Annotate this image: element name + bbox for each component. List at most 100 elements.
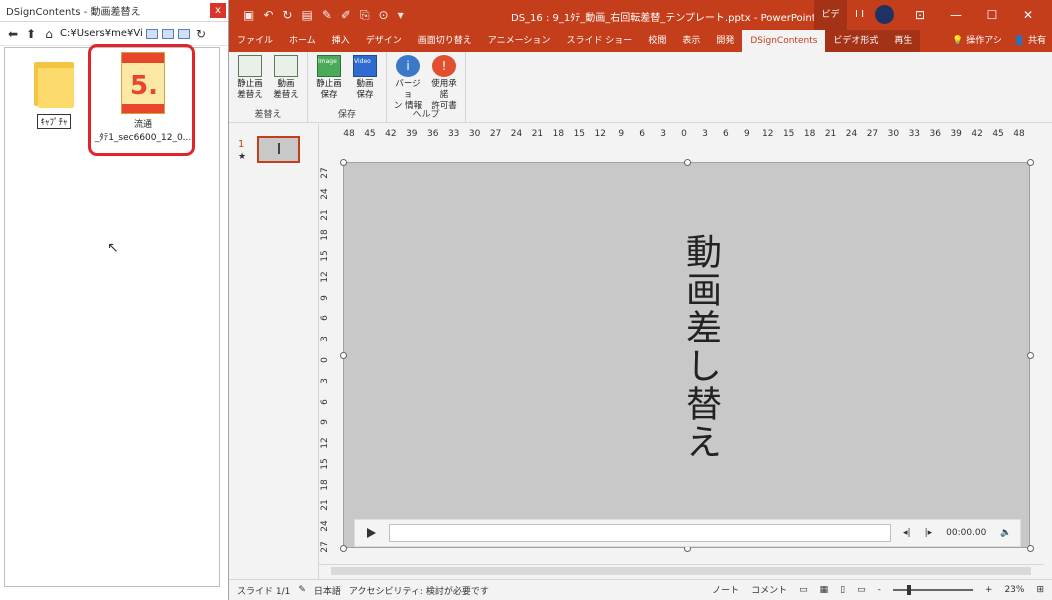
horizontal-scrollbar[interactable] (319, 564, 1044, 576)
ruler-tick: 27 (320, 541, 330, 553)
pen-icon[interactable]: ✐ (341, 8, 351, 22)
version-info-button[interactable]: i バージョ ン 情報 (392, 55, 424, 112)
horizontal-ruler: 48 45 42 39 36 33 30 27 24 21 18 15 12 9 6 3 0 3 6 9 12 15 18 2… (341, 128, 1027, 142)
tab-video-format[interactable]: ビデオ形式 (825, 30, 887, 52)
maximize-button[interactable]: ☐ (974, 0, 1010, 30)
tab-view[interactable]: 表示 (674, 30, 708, 52)
screenshot-icon[interactable]: ⎘ (360, 8, 370, 23)
tab-developer[interactable]: 開発 (708, 30, 742, 52)
fit-slide-icon[interactable]: ⊞ (1036, 585, 1044, 595)
resize-handle[interactable] (684, 159, 691, 166)
video-timeline[interactable] (389, 524, 891, 542)
refresh-icon[interactable]: ↻ (194, 27, 208, 41)
ruler-tick: 3 (702, 129, 708, 139)
scroll-thumb[interactable] (331, 567, 1031, 575)
resize-handle[interactable] (1027, 159, 1034, 166)
slide-thumbnail-pane: 1 ★ (229, 124, 319, 579)
file-item-capture[interactable]: ｷｬﾌﾟﾁｬ (19, 58, 89, 129)
reading-view-icon[interactable]: ▯ (840, 585, 845, 595)
save-image-button[interactable]: Image 静止画 保存 (313, 55, 345, 101)
tell-me-search[interactable]: 💡 操作アシ (952, 30, 1002, 52)
language-indicator[interactable]: 日本語 (314, 584, 341, 597)
license-button[interactable]: ! 使用承諾 許可書 (428, 55, 460, 112)
replace-video-button[interactable]: 動画 差替え (270, 55, 302, 101)
close-window-button[interactable]: ✕ (1010, 0, 1046, 30)
left-titlebar: DSignContents - 動画差替え (0, 0, 228, 22)
undo-icon[interactable]: ↶ (263, 8, 273, 22)
tab-dsigncontents[interactable]: DSignContents (742, 30, 826, 52)
slideshow-view-icon[interactable]: ▭ (857, 585, 866, 595)
step-back-icon[interactable]: ◂| (903, 528, 911, 538)
step-forward-icon[interactable]: |▸ (925, 528, 933, 538)
tab-slideshow[interactable]: スライド ショー (558, 30, 640, 52)
volume-icon[interactable]: 🔈 (1000, 528, 1011, 538)
redo-icon[interactable]: ↻ (282, 8, 292, 22)
zoom-level[interactable]: 23% (1004, 585, 1024, 595)
sorter-view-icon[interactable]: ▦ (820, 585, 829, 595)
touch-mode-icon[interactable]: ⊙ (379, 8, 389, 22)
resize-handle[interactable] (1027, 545, 1034, 552)
tab-playback[interactable]: 再生 (886, 30, 921, 52)
group-help: i バージョ ン 情報 ! 使用承諾 許可書 ヘルプ (387, 52, 466, 122)
home-icon[interactable]: ⌂ (42, 27, 56, 41)
slide-star-icon: ★ (238, 152, 247, 162)
tab-animations[interactable]: アニメーション (480, 30, 559, 52)
format-painter-icon[interactable]: ✎ (322, 8, 332, 22)
comments-button[interactable]: コメント (751, 583, 787, 596)
resize-handle[interactable] (1027, 352, 1034, 359)
avatar[interactable] (875, 5, 894, 24)
tab-transitions[interactable]: 画面切り替え (410, 30, 480, 52)
ruler-tick: 12 (762, 129, 774, 139)
user-initials[interactable]: I I (855, 9, 864, 20)
tab-home[interactable]: ホーム (281, 30, 324, 52)
resize-handle[interactable] (340, 352, 347, 359)
view-icon-3[interactable] (178, 28, 190, 39)
minimize-button[interactable]: — (938, 0, 974, 30)
save-video-button[interactable]: Video 動画 保存 (349, 55, 381, 101)
notes-button[interactable]: ノート (712, 583, 739, 596)
tab-file[interactable]: ファイル (229, 30, 281, 52)
tab-review[interactable]: 校閲 (640, 30, 674, 52)
back-arrow-icon[interactable]: ⬅ (6, 27, 20, 41)
view-icon-2[interactable] (162, 28, 174, 39)
btn-label: 保存 (356, 90, 374, 100)
zoom-out-button[interactable]: - (878, 585, 881, 595)
player-controls: ◂| |▸ 00:00.00 🔈 (903, 528, 1012, 538)
nav-toolbar: ⬅ ⬆ ⌂ C:¥Users¥me¥Videc ↻ (0, 22, 228, 46)
ribbon-display-icon[interactable]: ⊡ (902, 0, 938, 30)
zoom-in-button[interactable]: + (985, 585, 993, 595)
tabs-right: 💡 操作アシ 👤 共有 (952, 30, 1046, 52)
ruler-tick: 3 (320, 377, 330, 384)
tab-insert[interactable]: 挿入 (324, 30, 358, 52)
tab-design[interactable]: デザイン (358, 30, 410, 52)
group-name: 保存 (337, 110, 356, 120)
ruler-tick: 27 (866, 129, 879, 139)
play-icon[interactable] (365, 527, 377, 539)
close-button[interactable]: x (210, 3, 226, 18)
dsigncontents-window: DSignContents - 動画差替え x ⬅ ⬆ ⌂ C:¥Users¥m… (0, 0, 229, 600)
slide-thumbnail[interactable] (257, 136, 300, 163)
zoom-slider[interactable] (892, 584, 973, 595)
replace-image-button[interactable]: 静止画 差替え (234, 55, 266, 101)
path-text[interactable]: C:¥Users¥me¥Videc (60, 28, 142, 39)
ruler-tick: 39 (950, 129, 962, 139)
image-icon: Image (317, 55, 341, 77)
view-icon-1[interactable] (146, 28, 158, 39)
up-arrow-icon[interactable]: ⬆ (24, 27, 38, 41)
share-button[interactable]: 👤 共有 (1014, 30, 1046, 52)
save-icon[interactable]: ▣ (243, 8, 254, 22)
ruler-tick: 48 (343, 129, 355, 139)
normal-view-icon[interactable]: ▭ (799, 585, 808, 595)
slide-text[interactable]: 動画差し替え (674, 233, 726, 461)
slideshow-icon[interactable]: ▤ (301, 8, 312, 22)
slide-canvas[interactable]: 動画差し替え ◂| |▸ 00:00.00 🔈 (340, 159, 1034, 552)
resize-handle[interactable] (340, 159, 347, 166)
customize-icon[interactable]: ▾ (398, 8, 404, 22)
ruler-tick: 12 (320, 271, 330, 283)
ruler-tick: 48 (1013, 129, 1025, 139)
resize-handle[interactable] (340, 545, 347, 552)
accessibility-status[interactable]: アクセシビリティ: 検討が必要です (349, 584, 489, 597)
ruler-tick: 21 (824, 129, 837, 139)
notes-edit-icon[interactable]: ✎ (298, 585, 306, 595)
ruler-tick: 27 (489, 129, 502, 139)
